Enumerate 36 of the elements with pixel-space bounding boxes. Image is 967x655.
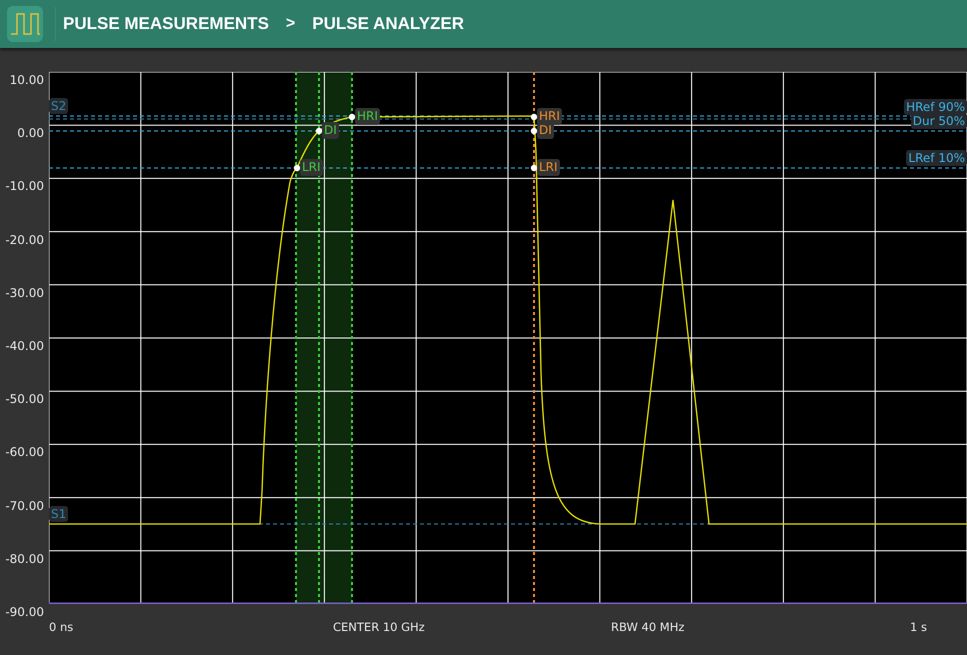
y-axis-label: -70.00 (5, 498, 44, 512)
marker-label: HRI (355, 108, 380, 125)
marker-point (530, 114, 538, 120)
y-axis-label: -50.00 (5, 392, 44, 406)
y-axis-label: -20.00 (5, 232, 44, 247)
reference-label: S2 (49, 98, 68, 114)
y-axis-label: -60.00 (5, 445, 44, 460)
marker-label: LRI (300, 159, 323, 176)
y-axis-label: -10.00 (5, 179, 44, 194)
y-axis-label: -80.00 (5, 552, 44, 566)
marker-point (294, 164, 300, 172)
reference-label: S1 (49, 506, 68, 522)
y-axis-label: -30.00 (5, 286, 44, 300)
breadcrumb-item[interactable]: PULSE ANALYZER (312, 14, 464, 34)
y-axis-label: -40.00 (5, 338, 44, 353)
marker-label: HRI (537, 108, 562, 125)
y-axis-label: 0.00 (17, 126, 44, 140)
marker-label: DI (322, 122, 339, 139)
reference-label: Dur 50% (910, 113, 967, 129)
reference-label: LRef 10% (906, 150, 967, 166)
x-axis-label: RBW 40 MHz (611, 620, 684, 634)
pulse-icon (7, 6, 43, 42)
marker-point (530, 164, 538, 172)
y-axis-label: 10.00 (10, 73, 44, 87)
marker-label: LRI (537, 159, 560, 176)
marker-point (348, 114, 356, 120)
reference-label: HRef 90% (904, 99, 967, 115)
x-axis-label: 0 ns (49, 620, 74, 634)
breadcrumb-separator: > (286, 15, 296, 33)
marker-point (530, 128, 538, 134)
breadcrumb-item[interactable]: PULSE MEASUREMENTS (63, 14, 269, 34)
marker-label: DI (537, 122, 554, 139)
y-axis-label: -90.00 (5, 604, 44, 619)
x-axis-label: 1 s (910, 620, 927, 634)
x-axis-label: CENTER 10 GHz (333, 620, 425, 634)
marker-point (316, 128, 322, 134)
